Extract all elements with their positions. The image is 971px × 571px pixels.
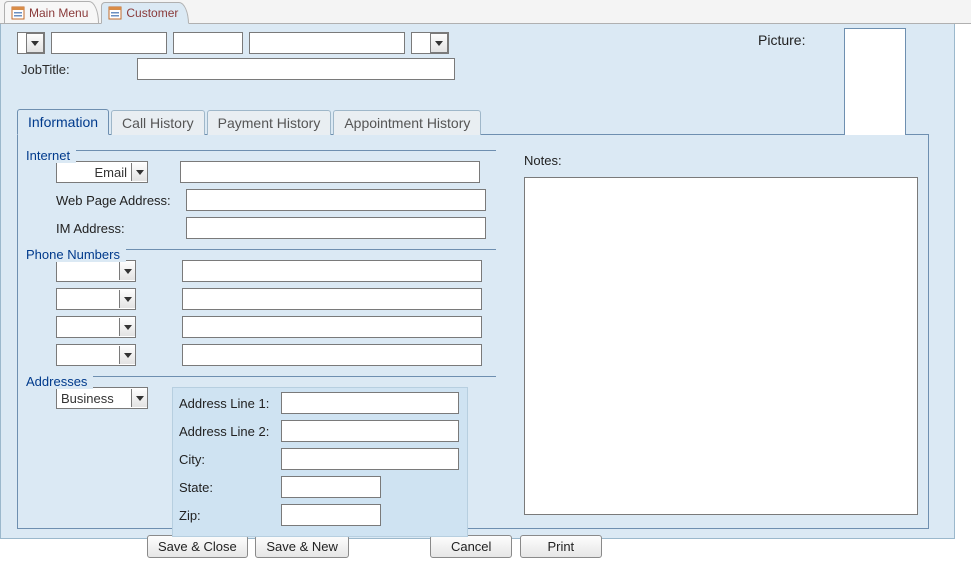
tab-customer[interactable]: Customer [101, 2, 189, 24]
im-input[interactable] [186, 217, 486, 239]
picture-box[interactable] [844, 28, 906, 148]
tab-appointment-history-label: Appointment History [344, 115, 470, 131]
phone-input-2[interactable] [182, 288, 482, 310]
addresses-group: Addresses Business Address Line 1: Addre… [26, 376, 496, 537]
tab-customer-label: Customer [126, 6, 178, 20]
picture-label: Picture: [758, 32, 805, 48]
tab-main-menu-label: Main Menu [29, 6, 88, 20]
phone-type-combo-1[interactable] [56, 260, 136, 282]
webpage-input[interactable] [186, 189, 486, 211]
chevron-down-icon[interactable] [119, 346, 135, 364]
print-button[interactable]: Print [520, 535, 602, 558]
email-input[interactable] [180, 161, 480, 183]
addr-city-input[interactable] [281, 448, 459, 470]
notes-textarea[interactable] [524, 177, 918, 515]
email-type-value: Email [61, 165, 131, 180]
chevron-down-icon[interactable] [430, 33, 448, 53]
phone-input-4[interactable] [182, 344, 482, 366]
chevron-down-icon[interactable] [26, 33, 44, 53]
tab-main-menu[interactable]: Main Menu [4, 1, 99, 23]
chevron-down-icon[interactable] [119, 262, 135, 280]
chevron-down-icon[interactable] [119, 318, 135, 336]
phone-group-title: Phone Numbers [26, 247, 126, 262]
addr-city-label: City: [179, 452, 275, 467]
chevron-down-icon[interactable] [119, 290, 135, 308]
addresses-group-title: Addresses [26, 374, 93, 389]
webpage-label: Web Page Address: [56, 193, 180, 208]
tab-information-label: Information [28, 114, 98, 130]
middle-name-input[interactable] [173, 32, 243, 54]
first-name-input[interactable] [51, 32, 167, 54]
tab-appointment-history[interactable]: Appointment History [333, 110, 481, 135]
cancel-button[interactable]: Cancel [430, 535, 512, 558]
jobtitle-input[interactable] [137, 58, 455, 80]
phone-input-3[interactable] [182, 316, 482, 338]
addr-line2-input[interactable] [281, 420, 459, 442]
phone-input-1[interactable] [182, 260, 482, 282]
save-new-button[interactable]: Save & New [255, 535, 349, 558]
phone-group: Phone Numbers [26, 249, 496, 366]
tab-information[interactable]: Information [17, 109, 109, 135]
address-type-value: Business [61, 391, 131, 406]
addr-line1-label: Address Line 1: [179, 396, 275, 411]
address-subpanel: Address Line 1: Address Line 2: City: St… [172, 387, 468, 537]
internet-group-title: Internet [26, 148, 76, 163]
addr-state-input[interactable] [281, 476, 381, 498]
document-tab-bar: Main Menu Customer [0, 0, 971, 24]
addr-zip-input[interactable] [281, 504, 381, 526]
addr-line1-input[interactable] [281, 392, 459, 414]
internet-group: Internet Email Web Page Address: [26, 150, 496, 239]
phone-type-combo-2[interactable] [56, 288, 136, 310]
phone-type-combo-4[interactable] [56, 344, 136, 366]
tab-call-history[interactable]: Call History [111, 110, 205, 135]
form-icon [11, 6, 25, 20]
tab-call-history-label: Call History [122, 115, 194, 131]
prefix-combo[interactable] [17, 32, 45, 54]
save-close-button[interactable]: Save & Close [147, 535, 248, 558]
suffix-combo[interactable] [411, 32, 449, 54]
chevron-down-icon[interactable] [131, 389, 147, 407]
email-type-combo[interactable]: Email [56, 161, 148, 183]
addr-zip-label: Zip: [179, 508, 275, 523]
jobtitle-row: JobTitle: [17, 58, 944, 80]
chevron-down-icon[interactable] [131, 163, 147, 181]
form-icon [108, 6, 122, 20]
notes-label: Notes: [524, 153, 562, 168]
tab-payment-history[interactable]: Payment History [207, 110, 332, 135]
phone-type-combo-3[interactable] [56, 316, 136, 338]
information-panel: Internet Email Web Page Address: [17, 135, 929, 529]
addr-state-label: State: [179, 480, 275, 495]
customer-form: JobTitle: Picture: Information Call Hist… [0, 24, 955, 539]
last-name-input[interactable] [249, 32, 405, 54]
address-type-combo[interactable]: Business [56, 387, 148, 409]
jobtitle-label: JobTitle: [17, 62, 129, 77]
addr-line2-label: Address Line 2: [179, 424, 275, 439]
subform-tab-bar: Information Call History Payment History… [17, 108, 929, 135]
im-label: IM Address: [56, 221, 180, 236]
tab-payment-history-label: Payment History [218, 115, 321, 131]
